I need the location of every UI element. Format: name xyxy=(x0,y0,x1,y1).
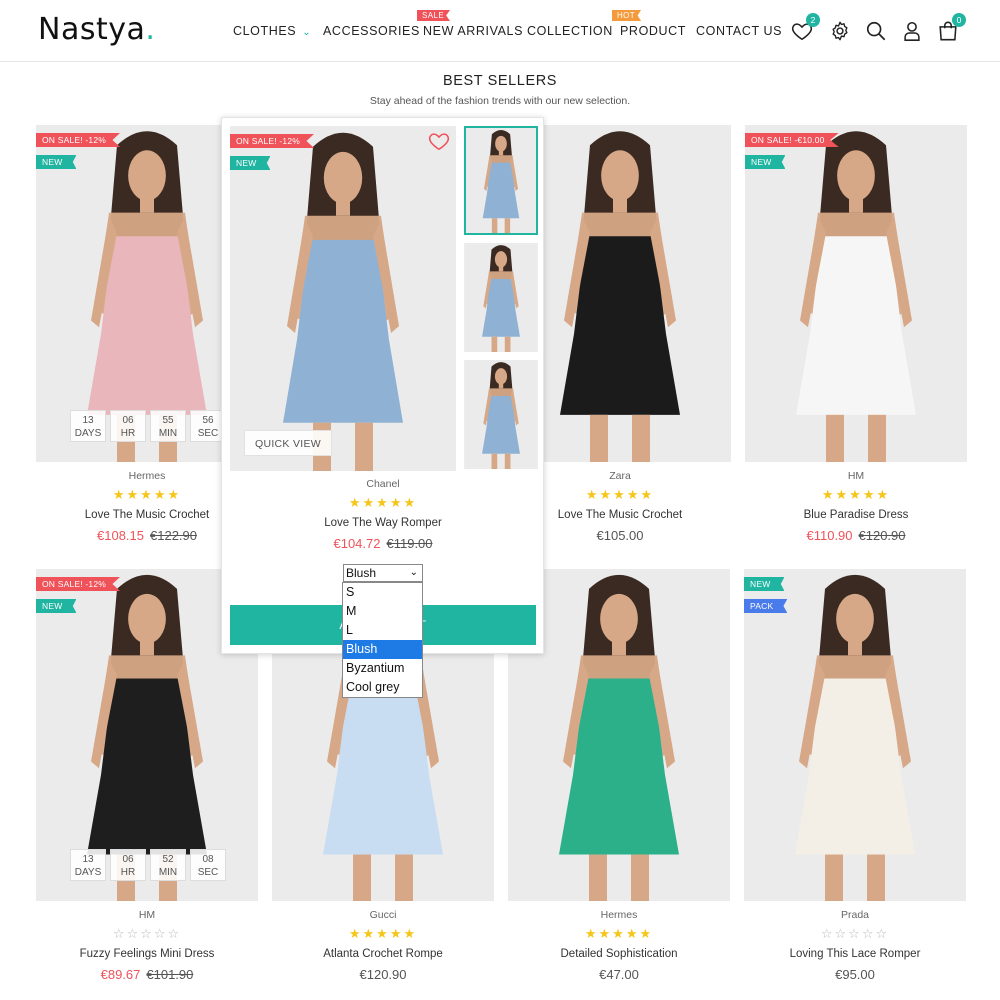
product-price: €104.72 €119.00 xyxy=(333,536,433,551)
product-name[interactable]: Detailed Sophistication xyxy=(508,948,730,960)
countdown-hours: 06 HR xyxy=(110,410,146,442)
product-model-image xyxy=(744,569,966,901)
product-name[interactable]: Fuzzy Feelings Mini Dress xyxy=(36,948,258,960)
nav-collection[interactable]: COLLECTION xyxy=(527,24,613,38)
countdown-timer: 13 DAYS 06 HR 52 MIN 08 SEC xyxy=(70,849,226,881)
sale-badge: ON SALE! -12% xyxy=(230,134,315,148)
countdown-seconds: 08 SEC xyxy=(190,849,226,881)
chevron-down-icon: ⌄ xyxy=(409,567,418,578)
sale-badge: ON SALE! -€10.00 xyxy=(745,133,839,147)
thumbnail-image xyxy=(466,128,536,233)
sale-badge: ON SALE! -12% xyxy=(36,577,121,591)
nav-accessories[interactable]: ACCESSORIES xyxy=(323,24,420,38)
product-price: €120.90 xyxy=(359,967,407,982)
section-title: BEST SELLERS xyxy=(442,73,558,89)
option-blush[interactable]: Blush xyxy=(343,640,422,659)
countdown-hours: 06 HR xyxy=(110,849,146,881)
nav-product[interactable]: HOT PRODUCT xyxy=(612,10,686,38)
product-hover-card[interactable]: ON SALE! -12% NEW QUICK VIEW Chanel ★★★★… xyxy=(221,117,544,654)
product-brand: Gucci xyxy=(369,909,397,921)
product-name[interactable]: Atlanta Crochet Rompe xyxy=(272,948,494,960)
rating-stars: ★★★★★ xyxy=(821,487,891,502)
search-button[interactable] xyxy=(865,20,887,42)
user-icon xyxy=(904,21,920,41)
product-name[interactable]: Love The Way Romper xyxy=(230,517,536,529)
site-header: Nastya. CLOTHES ⌄ ACCESSORIES SALE NEW AR… xyxy=(0,0,1000,62)
rating-stars: ★★★★★ xyxy=(348,495,418,510)
chevron-down-icon: ⌄ xyxy=(302,27,312,38)
product-image[interactable]: NEW PACK xyxy=(744,569,966,901)
product-price: €89.67 €101.90 xyxy=(100,967,194,982)
product-image[interactable]: ON SALE! -12% NEW QUICK VIEW xyxy=(230,126,456,471)
countdown-days: 13 DAYS xyxy=(70,410,106,442)
option-byzantium[interactable]: Byzantium xyxy=(343,659,422,678)
product-image[interactable]: ON SALE! -€10.00 NEW xyxy=(745,125,967,462)
section-subtitle: Stay ahead of the fashion trends with ou… xyxy=(369,95,631,107)
product-price: €95.00 xyxy=(835,967,875,982)
countdown-minutes: 55 MIN xyxy=(150,410,186,442)
pack-badge: PACK xyxy=(744,599,788,613)
product-meta: Chanel ★★★★★ Love The Way Romper €104.72… xyxy=(230,478,536,551)
nav-clothes[interactable]: CLOTHES ⌄ xyxy=(233,24,311,38)
nav-contact-us[interactable]: CONTACT US xyxy=(696,24,782,38)
variant-select[interactable]: Blush ⌄ xyxy=(343,564,423,582)
thumbnail-image xyxy=(465,243,537,352)
variant-options-list: S M L Blush Byzantium Cool grey xyxy=(342,582,423,698)
countdown-timer: 13 DAYS 06 HR 55 MIN 56 SEC xyxy=(70,410,226,442)
account-button[interactable] xyxy=(901,20,923,42)
wishlist-count: 2 xyxy=(806,13,820,27)
product-model-image xyxy=(745,125,967,462)
search-icon xyxy=(866,21,886,41)
product-brand: HM xyxy=(138,909,156,921)
rating-stars: ☆☆☆☆☆ xyxy=(112,926,182,941)
new-badge: NEW xyxy=(36,155,77,169)
product-meta: HM ★★★★★ Blue Paradise Dress €110.90 €120… xyxy=(745,470,967,543)
wishlist-button[interactable]: 2 xyxy=(791,13,820,42)
wishlist-heart-button[interactable] xyxy=(428,130,450,152)
option-cool-grey[interactable]: Cool grey xyxy=(343,678,422,697)
nav-new-arrivals[interactable]: SALE NEW ARRIVALS xyxy=(417,10,523,38)
thumbnail-3[interactable] xyxy=(464,360,538,469)
product-name[interactable]: Loving This Lace Romper xyxy=(744,948,966,960)
quick-view-button[interactable]: QUICK VIEW xyxy=(244,430,332,456)
cart-button[interactable]: 0 xyxy=(937,13,966,42)
product-meta: Gucci ★★★★★ Atlanta Crochet Rompe €120.9… xyxy=(272,909,494,982)
new-badge: NEW xyxy=(230,156,271,170)
rating-stars: ☆☆☆☆☆ xyxy=(820,926,890,941)
option-m[interactable]: M xyxy=(343,602,422,621)
thumbnail-image xyxy=(465,360,537,469)
product-price: €110.90 €120.90 xyxy=(806,528,906,543)
settings-button[interactable] xyxy=(829,20,851,42)
option-s[interactable]: S xyxy=(343,583,422,602)
product-brand: Prada xyxy=(840,909,870,921)
product-meta: Prada ☆☆☆☆☆ Loving This Lace Romper €95.… xyxy=(744,909,966,982)
product-brand: HM xyxy=(847,470,865,482)
product-brand: Chanel xyxy=(366,478,400,490)
hot-badge: HOT xyxy=(612,10,642,21)
product-meta: Hermes ★★★★★ Detailed Sophistication €47… xyxy=(508,909,730,982)
product-brand: Hermes xyxy=(600,909,638,921)
thumbnail-1[interactable] xyxy=(464,126,538,235)
new-badge: NEW xyxy=(745,155,786,169)
new-badge: NEW xyxy=(36,599,77,613)
countdown-minutes: 52 MIN xyxy=(150,849,186,881)
new-badge: NEW xyxy=(744,577,785,591)
option-l[interactable]: L xyxy=(343,621,422,640)
thumbnail-2[interactable] xyxy=(464,243,538,352)
product-model-image xyxy=(230,126,456,471)
gear-icon xyxy=(832,21,848,41)
rating-stars: ★★★★★ xyxy=(584,926,654,941)
sale-badge: SALE xyxy=(417,10,451,21)
product-price: €47.00 xyxy=(599,967,639,982)
product-name[interactable]: Blue Paradise Dress xyxy=(745,509,967,521)
cart-count: 0 xyxy=(952,13,966,27)
rating-stars: ★★★★★ xyxy=(348,926,418,941)
countdown-days: 13 DAYS xyxy=(70,849,106,881)
heart-icon xyxy=(428,133,450,151)
product-meta: HM ☆☆☆☆☆ Fuzzy Feelings Mini Dress €89.6… xyxy=(36,909,258,982)
sale-badge: ON SALE! -12% xyxy=(36,133,121,147)
